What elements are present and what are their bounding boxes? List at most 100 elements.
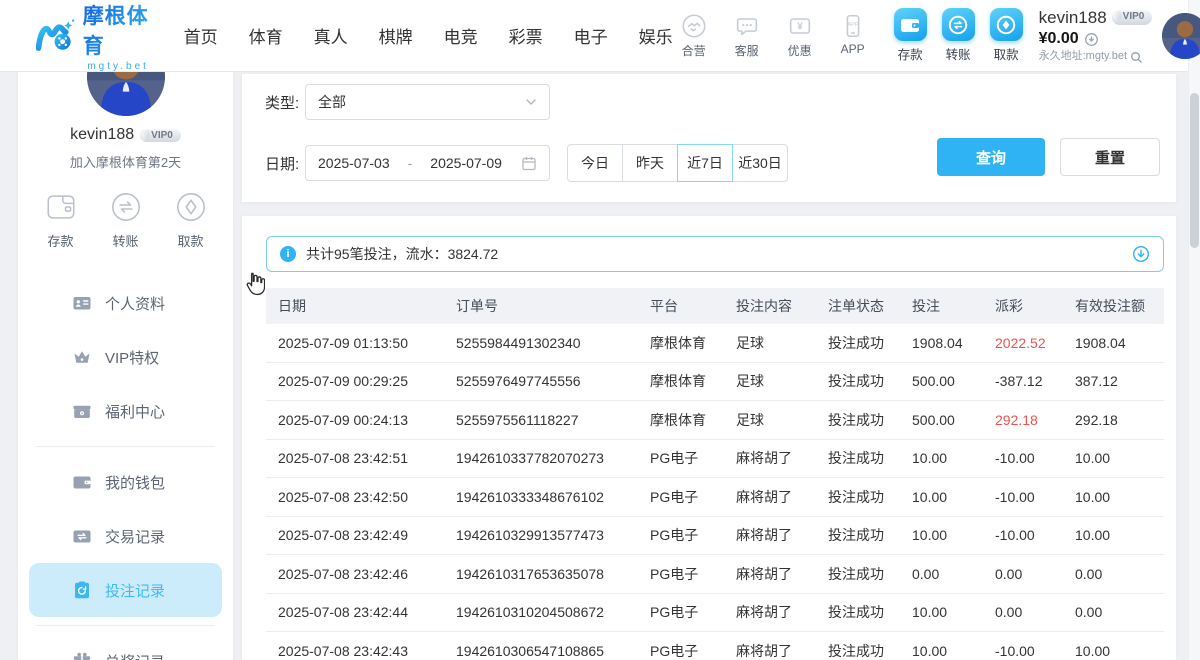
brand-domain: mgty.bet bbox=[83, 61, 154, 72]
brand-name: 摩根体育 bbox=[83, 0, 154, 60]
refresh-balance-icon[interactable] bbox=[1084, 32, 1099, 47]
withdraw-label: 取款 bbox=[994, 44, 1019, 63]
cell-order: 1942610329913577473 bbox=[456, 527, 650, 543]
cell-platform: PG电子 bbox=[650, 641, 736, 660]
wallet-actions: 存款 转账 取款 bbox=[894, 8, 1023, 63]
date-separator: - bbox=[408, 155, 413, 171]
header-quick-links: 合营 客服 ¥ 优惠 APP APP bbox=[673, 12, 874, 59]
svg-text:¥: ¥ bbox=[797, 22, 803, 33]
range-yesterday-button[interactable]: 昨天 bbox=[622, 144, 678, 182]
cell-date: 2025-07-09 01:13:50 bbox=[278, 335, 456, 351]
main-nav: 首页 体育 真人 棋牌 电竞 彩票 电子 娱乐 bbox=[184, 23, 673, 48]
cell-order: 1942610337782070273 bbox=[456, 450, 650, 466]
sidebar-item-redeem-records[interactable]: 兑奖记录 bbox=[29, 634, 222, 660]
cell-platform: PG电子 bbox=[650, 525, 736, 545]
cell-content: 足球 bbox=[736, 371, 828, 391]
sidebar-item-transactions[interactable]: 交易记录 bbox=[29, 509, 222, 563]
cell-valid: 10.00 bbox=[1075, 643, 1164, 659]
table-row: 2025-07-08 23:42:461942610317653635078PG… bbox=[266, 555, 1164, 594]
cell-platform: 摩根体育 bbox=[650, 333, 736, 353]
withdraw-diamond-icon bbox=[995, 14, 1017, 36]
promo-link[interactable]: ¥ 优惠 bbox=[779, 12, 821, 59]
cell-status: 投注成功 bbox=[828, 410, 912, 430]
nav-item-7[interactable]: 电子 bbox=[574, 23, 608, 48]
nav-item-5[interactable]: 电竞 bbox=[444, 23, 478, 48]
sidebar-item-label: 交易记录 bbox=[105, 526, 165, 547]
sidebar-item-wallet[interactable]: 我的钱包 bbox=[29, 455, 222, 509]
reset-button[interactable]: 重置 bbox=[1060, 138, 1160, 176]
app-link[interactable]: APP APP bbox=[832, 12, 874, 59]
col-bet: 投注 bbox=[912, 296, 995, 316]
username: kevin188 bbox=[1039, 7, 1107, 28]
svg-text:APP: APP bbox=[847, 22, 858, 28]
cell-content: 麻将胡了 bbox=[736, 525, 828, 545]
query-button[interactable]: 查询 bbox=[937, 138, 1045, 176]
quick-range-group: 今日 昨天 近7日 近30日 bbox=[567, 144, 788, 182]
page-scrollbar-track[interactable] bbox=[1188, 0, 1200, 660]
nav-item-2[interactable]: 体育 bbox=[249, 23, 283, 48]
support-link[interactable]: 客服 bbox=[726, 12, 768, 59]
sidebar-withdraw-button[interactable]: 取款 bbox=[171, 187, 211, 250]
cell-order: 5255984491302340 bbox=[456, 335, 650, 351]
sidebar-transfer-label: 转账 bbox=[112, 231, 138, 250]
date-end-value: 2025-07-09 bbox=[430, 155, 502, 171]
nav-item-6[interactable]: 彩票 bbox=[509, 23, 543, 48]
sidebar-item-vip[interactable]: VIP特权 bbox=[29, 330, 222, 384]
cell-payout: 0.00 bbox=[995, 604, 1075, 620]
transfer-button[interactable]: 转账 bbox=[942, 8, 975, 63]
cell-order: 5255975561118227 bbox=[456, 412, 650, 428]
handshake-icon bbox=[680, 12, 708, 40]
deposit-button[interactable]: 存款 bbox=[894, 8, 927, 63]
sidebar-quick-actions: 存款 转账 取款 bbox=[18, 187, 233, 250]
nav-item-3[interactable]: 真人 bbox=[314, 23, 348, 48]
range-today-button[interactable]: 今日 bbox=[567, 144, 623, 182]
coupon-icon: ¥ bbox=[786, 12, 814, 40]
cell-order: 1942610306547108865 bbox=[456, 643, 650, 659]
cell-content: 麻将胡了 bbox=[736, 487, 828, 507]
cell-content: 足球 bbox=[736, 333, 828, 353]
sidebar-transfer-button[interactable]: 转账 bbox=[106, 187, 146, 250]
page-scrollbar-thumb[interactable] bbox=[1190, 93, 1199, 248]
range-7days-button[interactable]: 近7日 bbox=[677, 144, 733, 182]
table-row: 2025-07-08 23:42:441942610310204508672PG… bbox=[266, 594, 1164, 633]
nav-item-8[interactable]: 娱乐 bbox=[639, 23, 673, 48]
cell-platform: PG电子 bbox=[650, 487, 736, 507]
magnifier-icon[interactable] bbox=[1130, 51, 1143, 64]
cell-payout: 0.00 bbox=[995, 566, 1075, 582]
cell-valid: 387.12 bbox=[1075, 373, 1164, 389]
sidebar-deposit-button[interactable]: 存款 bbox=[41, 187, 81, 250]
sidebar-item-bet-records[interactable]: 投注记录 bbox=[29, 563, 222, 617]
date-range-input[interactable]: 2025-07-03 - 2025-07-09 bbox=[305, 145, 550, 181]
nav-item-4[interactable]: 棋牌 bbox=[379, 23, 413, 48]
col-content: 投注内容 bbox=[736, 296, 828, 316]
table-row: 2025-07-08 23:42:511942610337782070273PG… bbox=[266, 440, 1164, 479]
wallet-deposit-icon bbox=[899, 14, 921, 36]
id-card-icon bbox=[72, 293, 92, 313]
col-order: 订单号 bbox=[456, 296, 650, 316]
cell-status: 投注成功 bbox=[828, 448, 912, 468]
wallet-icon bbox=[72, 472, 92, 492]
sidebar-item-profile[interactable]: 个人资料 bbox=[29, 276, 222, 330]
partner-label: 合营 bbox=[682, 42, 706, 59]
type-select[interactable]: 全部 bbox=[305, 84, 550, 120]
sidebar-item-welfare[interactable]: 福利中心 bbox=[29, 384, 222, 438]
table-row: 2025-07-08 23:42:491942610329913577473PG… bbox=[266, 517, 1164, 556]
partner-link[interactable]: 合营 bbox=[673, 12, 715, 59]
table-body: 2025-07-09 01:13:505255984491302340摩根体育足… bbox=[266, 324, 1164, 660]
nav-item-1[interactable]: 首页 bbox=[184, 23, 218, 48]
cell-date: 2025-07-08 23:42:51 bbox=[278, 450, 456, 466]
cell-content: 足球 bbox=[736, 410, 828, 430]
user-avatar[interactable] bbox=[1162, 13, 1200, 59]
cell-valid: 0.00 bbox=[1075, 604, 1164, 620]
cell-platform: 摩根体育 bbox=[650, 371, 736, 391]
brand-logo-icon bbox=[36, 14, 75, 58]
expand-icon[interactable] bbox=[1132, 245, 1150, 263]
user-info[interactable]: kevin188 VIP0 ¥0.00 永久地址:mgty.bet bbox=[1039, 7, 1153, 64]
gift-icon bbox=[72, 651, 92, 660]
cell-date: 2025-07-08 23:42:44 bbox=[278, 604, 456, 620]
sidebar-item-label: VIP特权 bbox=[105, 347, 159, 368]
withdraw-button[interactable]: 取款 bbox=[990, 8, 1023, 63]
range-30days-button[interactable]: 近30日 bbox=[732, 144, 788, 182]
cell-valid: 1908.04 bbox=[1075, 335, 1164, 351]
brand-logo[interactable]: 摩根体育 mgty.bet bbox=[36, 0, 154, 72]
